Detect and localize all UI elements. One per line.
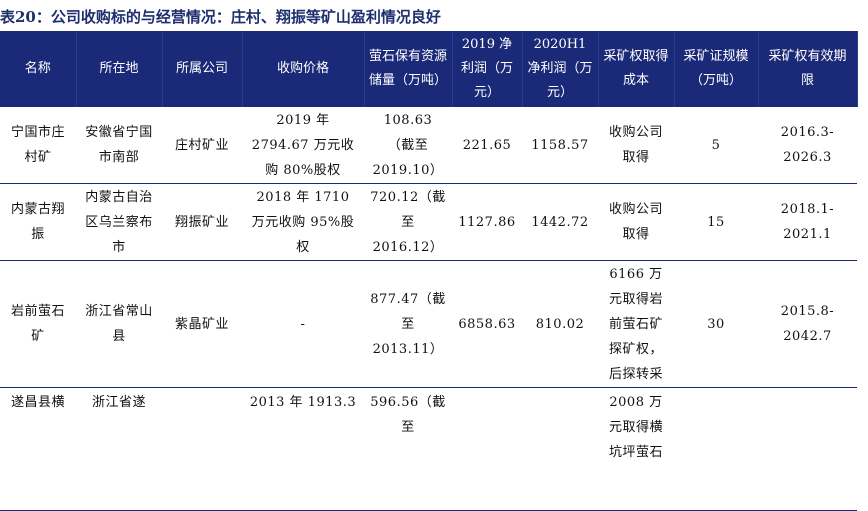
col-header-location: 所在地 (76, 31, 163, 107)
cell-location: 内蒙古自治区乌兰察布市 (76, 183, 162, 261)
col-header-profit-2020h1: 2020H1 净利润（万元） (522, 31, 599, 107)
cell-profit-2019: 6858.63 (452, 260, 522, 388)
cell-company: 紫晶矿业 (162, 260, 242, 388)
table-row: 岩前萤石矿 浙江省常山县 紫晶矿业 - 877.47（截至 2013.11） 6… (0, 260, 857, 388)
cell-company: 庄村矿业 (162, 107, 242, 184)
cell-profit-2019: 221.65 (452, 107, 522, 184)
cell-reserve: 108.63 （截至 2019.10） (364, 107, 452, 184)
cell-name: 遂昌县横 (0, 387, 76, 511)
cell-profit-2020h1: 1158.57 (522, 107, 598, 184)
cell-profit-2020h1 (522, 387, 598, 511)
col-header-price: 收购价格 (242, 31, 365, 107)
table-title: 表20：公司收购标的与经营情况：庄村、翔振等矿山盈利情况良好 (0, 8, 441, 26)
col-header-validity: 采矿权有效期限 (758, 31, 858, 107)
cell-scale: 5 (674, 107, 758, 184)
cell-validity: 2018.1-2021.1 (758, 183, 857, 261)
cell-location: 浙江省常山县 (76, 260, 162, 388)
cell-cost: 6166 万元取得岩前萤石矿探矿权，后探转采 (598, 260, 674, 388)
cell-profit-2020h1: 1442.72 (522, 183, 598, 261)
cell-profit-2020h1: 810.02 (522, 260, 598, 388)
cell-validity: 2016.3-2026.3 (758, 107, 857, 184)
col-header-profit-2019: 2019 净利润（万元） (452, 31, 523, 107)
cell-location: 浙江省遂 (76, 387, 162, 511)
cell-scale: 15 (674, 183, 758, 261)
cell-name: 内蒙古翔振 (0, 183, 76, 261)
cell-company: 翔振矿业 (162, 183, 242, 261)
cell-reserve: 877.47（截至 2013.11） (364, 260, 452, 388)
table-row: 内蒙古翔振 内蒙古自治区乌兰察布市 翔振矿业 2018 年 1710 万元收购 … (0, 183, 857, 261)
col-header-reserve: 萤石保有资源储量（万吨） (364, 31, 453, 107)
cell-scale (674, 387, 758, 511)
cell-profit-2019 (452, 387, 522, 511)
col-header-name: 名称 (0, 31, 77, 107)
cell-reserve: 720.12（截至 2016.12） (364, 183, 452, 261)
acquisition-table: 名称 所在地 所属公司 收购价格 萤石保有资源储量（万吨） 2019 净利润（万… (0, 31, 858, 511)
col-header-cost: 采矿权取得成本 (598, 31, 675, 107)
table-row: 遂昌县横 浙江省遂 2013 年 1913.3 596.56（截至 2008 万… (0, 387, 857, 511)
cell-price: 2018 年 1710 万元收购 95%股权 (242, 183, 364, 261)
cell-validity: 2015.8-2042.7 (758, 260, 857, 388)
cell-price: 2019 年 2794.67 万元收购 80%股权 (242, 107, 364, 184)
cell-profit-2019: 1127.86 (452, 183, 522, 261)
cell-cost: 2008 万元取得横坑坪萤石 (598, 387, 674, 511)
table-row: 宁国市庄村矿 安徽省宁国市南部 庄村矿业 2019 年 2794.67 万元收购… (0, 107, 857, 184)
cell-name: 岩前萤石矿 (0, 260, 76, 388)
cell-cost: 收购公司取得 (598, 183, 674, 261)
col-header-company: 所属公司 (162, 31, 243, 107)
cell-price: 2013 年 1913.3 (242, 387, 364, 511)
cell-price: - (242, 260, 364, 388)
cell-validity (758, 387, 857, 511)
cell-reserve: 596.56（截至 (364, 387, 452, 511)
col-header-scale: 采矿证规模（万吨） (674, 31, 759, 107)
cell-company (162, 387, 242, 511)
cell-cost: 收购公司取得 (598, 107, 674, 184)
header-row: 名称 所在地 所属公司 收购价格 萤石保有资源储量（万吨） 2019 净利润（万… (0, 31, 858, 107)
cell-scale: 30 (674, 260, 758, 388)
cell-location: 安徽省宁国市南部 (76, 107, 162, 184)
cell-name: 宁国市庄村矿 (0, 107, 76, 184)
